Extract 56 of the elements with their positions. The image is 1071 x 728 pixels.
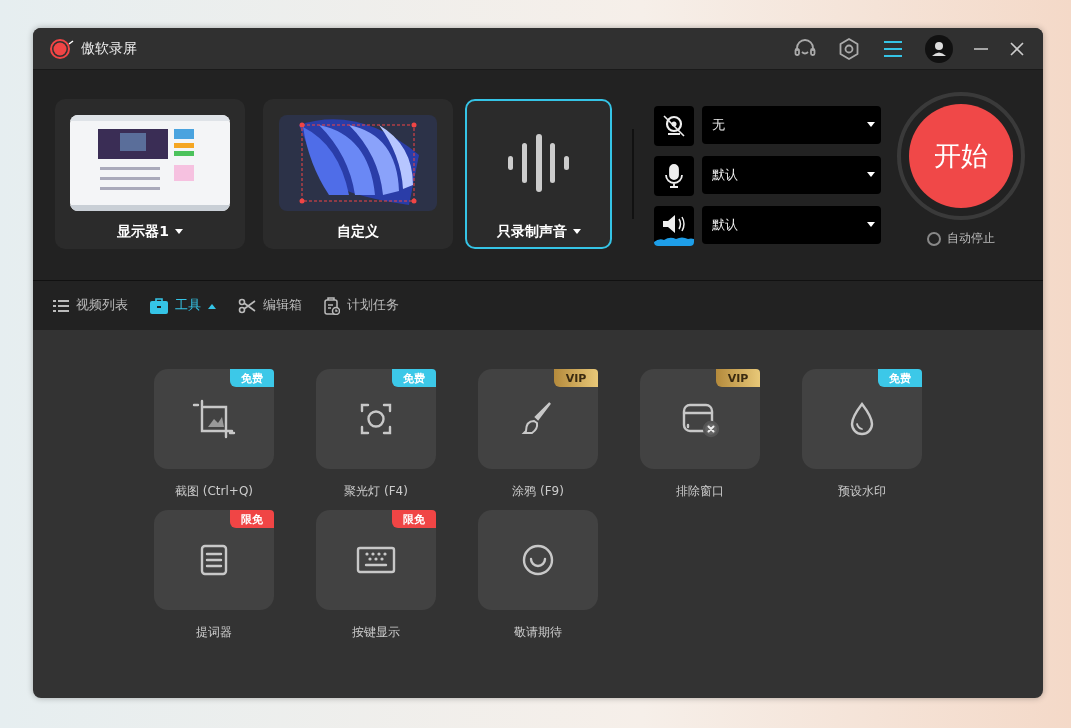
close-icon[interactable]	[1009, 40, 1025, 57]
tool-badge: 免费	[230, 369, 274, 387]
toolbox-icon	[150, 297, 168, 314]
source-card[interactable]: 自定义	[263, 99, 453, 249]
logo-icon	[49, 37, 75, 60]
sound-wave-icon	[507, 134, 570, 192]
clipboard-clock-icon	[324, 296, 340, 315]
tool-label: 聚光灯 (F4)	[344, 483, 408, 500]
avatar-icon[interactable]	[925, 34, 953, 63]
tool-label: 截图 (Ctrl+Q)	[175, 483, 253, 500]
tool-tile[interactable]	[478, 510, 598, 610]
tool-tile[interactable]: VIP	[640, 369, 760, 469]
source-card[interactable]: 显示器1	[55, 99, 245, 249]
device-dropdown[interactable]: 默认	[702, 156, 881, 194]
start-button[interactable]: 开始	[909, 104, 1013, 208]
caret-icon	[867, 122, 875, 128]
device-dropdown[interactable]: 默认	[702, 206, 881, 244]
tool-badge: 限免	[392, 510, 436, 528]
tool-badge: 限免	[230, 510, 274, 528]
window-title: 傲软录屏	[81, 39, 137, 58]
speaker-icon[interactable]	[654, 206, 694, 246]
tool-tile[interactable]: 限免	[316, 510, 436, 610]
nav-tab[interactable]: 视频列表	[53, 297, 128, 314]
caret-icon[interactable]	[174, 229, 183, 235]
tool-label: 提词器	[196, 624, 232, 641]
nav-tab[interactable]: 计划任务	[324, 296, 399, 315]
source-label: 自定义	[337, 223, 379, 241]
tool-tile[interactable]: 限免	[154, 510, 274, 610]
list-icon	[53, 298, 69, 313]
tool-label: 敬请期待	[514, 624, 562, 641]
tool-label: 预设水印	[838, 483, 886, 500]
tool-badge: VIP	[554, 369, 598, 387]
auto-stop-checkbox[interactable]	[927, 231, 941, 246]
scissors-icon	[238, 297, 256, 314]
tool-badge: VIP	[716, 369, 760, 387]
caret-icon	[208, 302, 216, 309]
tool-label: 按键显示	[352, 624, 400, 641]
source-label: 显示器1	[117, 223, 169, 241]
tool-tile[interactable]: VIP	[478, 369, 598, 469]
caret-icon[interactable]	[572, 229, 581, 235]
crop-icon	[192, 397, 236, 441]
caret-icon	[867, 222, 875, 228]
camera-off-icon[interactable]	[654, 106, 694, 146]
source-label: 只录制声音	[496, 223, 567, 241]
nav-tab[interactable]: 工具	[150, 297, 216, 314]
tool-label: 涂鸦 (F9)	[512, 483, 564, 500]
auto-stop-label: 自动停止	[947, 230, 995, 247]
caret-icon	[867, 172, 875, 178]
nav-tab[interactable]: 编辑箱	[238, 297, 302, 314]
tool-label: 排除窗口	[676, 483, 724, 500]
device-dropdown[interactable]: 无	[702, 106, 881, 144]
settings-icon[interactable]	[837, 36, 861, 61]
source-card[interactable]: 只录制声音	[465, 99, 612, 249]
tool-badge: 免费	[878, 369, 922, 387]
microphone-icon[interactable]	[654, 156, 694, 196]
tool-badge: 免费	[392, 369, 436, 387]
